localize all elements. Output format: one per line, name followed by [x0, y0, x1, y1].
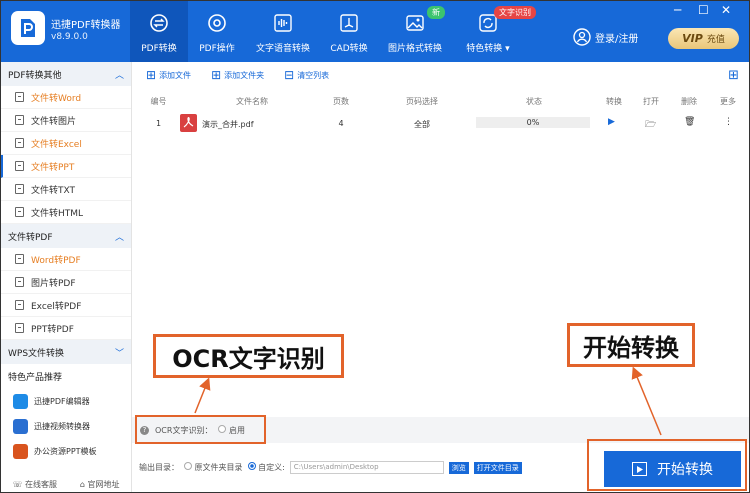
app-window: 迅捷PDF转换器 v8.9.0.0 PDF转换 PDF操作 文字语音转换 CAD… — [0, 0, 750, 493]
ocr-arrow — [194, 377, 211, 414]
start-arrow — [631, 366, 662, 436]
callout-arrows — [194, 366, 662, 436]
